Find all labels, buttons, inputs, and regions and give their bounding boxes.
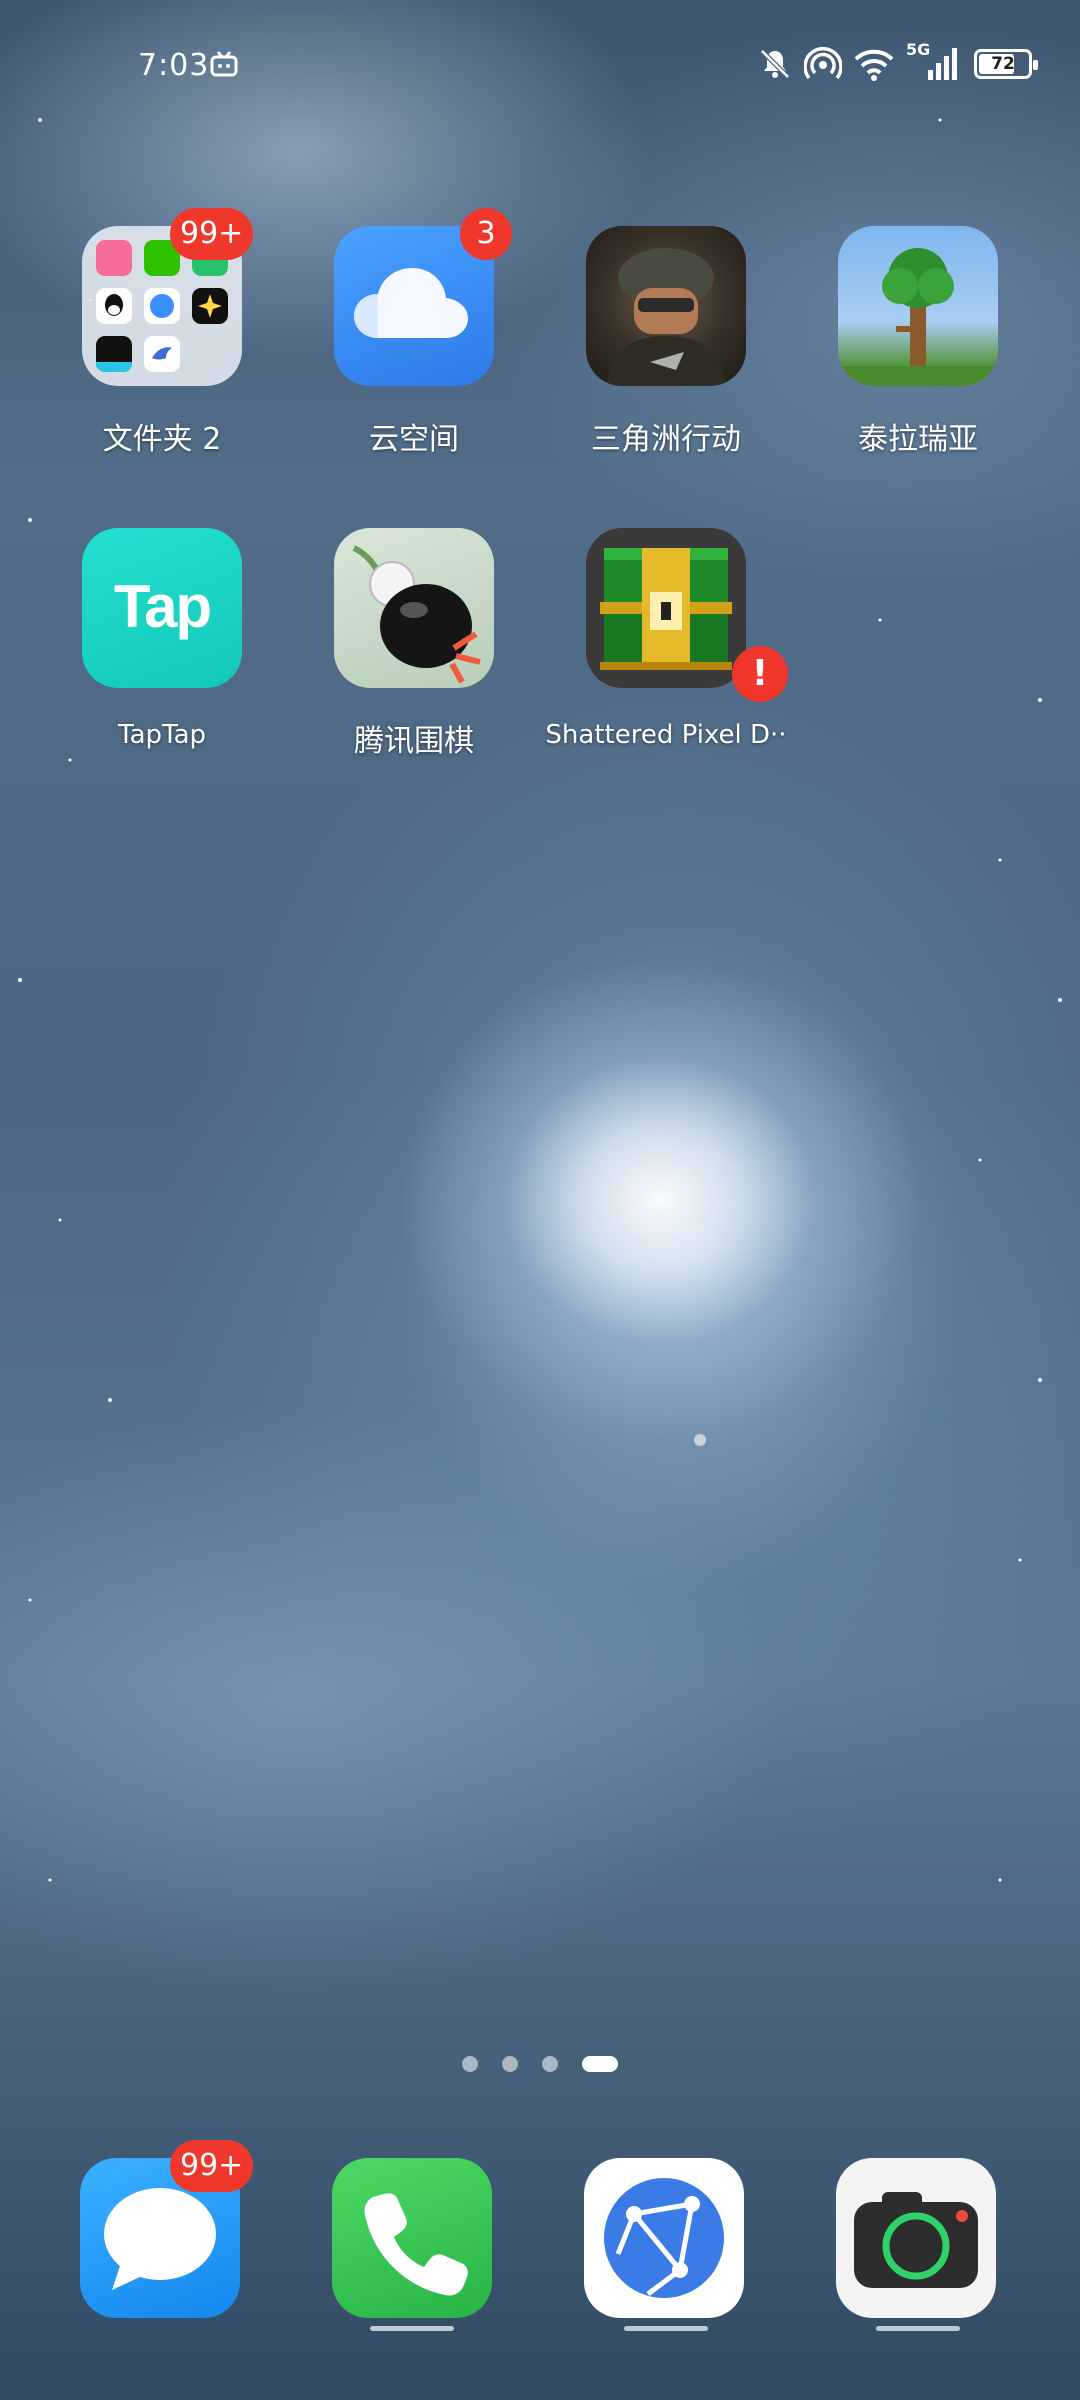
notification-badge: 99+ <box>170 208 254 260</box>
battery-percentage: 72 <box>991 54 1015 74</box>
status-icons: 5G 72 <box>758 40 1038 84</box>
dock-indicator <box>624 2326 708 2331</box>
camera-icon <box>854 2192 978 2288</box>
page-dot-active[interactable] <box>582 2056 618 2072</box>
taptap-icon[interactable]: Tap <box>82 528 242 688</box>
app-label: 三角洲行动 <box>591 422 741 457</box>
page-dot[interactable] <box>502 2056 518 2072</box>
qq-icon <box>96 288 132 324</box>
bookstore-icon <box>96 336 132 372</box>
phone-app[interactable] <box>332 2158 492 2318</box>
hotspot-icon <box>804 47 842 80</box>
dock-indicator <box>370 2326 454 2331</box>
tree-game-icon[interactable] <box>838 226 998 386</box>
battery-icon: 72 <box>974 49 1038 79</box>
page-dot[interactable] <box>462 2056 478 2072</box>
sparkle-icon <box>192 288 228 324</box>
app-label: 云空间 <box>369 422 459 457</box>
page-dot[interactable] <box>542 2056 558 2072</box>
bell-muted-icon <box>760 49 790 79</box>
camera-app[interactable] <box>836 2158 996 2318</box>
soldier-game-icon[interactable] <box>586 226 746 386</box>
app-label: Shattered Pixel D·· <box>545 720 787 750</box>
clock-time: 7:03 <box>138 48 210 83</box>
bird-icon <box>144 336 180 372</box>
alert-badge: ! <box>732 646 788 702</box>
status-bar: 7:03 5G 72 <box>0 40 1080 90</box>
wifi-icon <box>854 49 894 81</box>
chat-bubble-icon <box>144 288 180 324</box>
notification-badge: 99+ <box>170 2140 254 2192</box>
app-label: TapTap <box>117 720 207 750</box>
tv-icon <box>210 51 238 77</box>
go-stone-icon[interactable] <box>334 528 494 688</box>
dock-indicator <box>876 2326 960 2331</box>
app-label: 腾讯围棋 <box>354 724 474 759</box>
browser-icon <box>604 2178 724 2298</box>
page-indicator[interactable] <box>0 2050 1080 2074</box>
app-label: 文件夹 2 <box>102 422 222 457</box>
phone-icon <box>364 2193 468 2296</box>
treasure-chest-icon[interactable] <box>586 528 746 688</box>
browser-app[interactable] <box>584 2158 744 2318</box>
taptap-logo-text: Tap <box>113 573 212 640</box>
bilibili-icon <box>96 240 132 276</box>
cellular-signal-icon: 5G <box>906 40 962 82</box>
app-label: 泰拉瑞亚 <box>858 422 978 457</box>
notification-badge: 3 <box>460 208 512 260</box>
